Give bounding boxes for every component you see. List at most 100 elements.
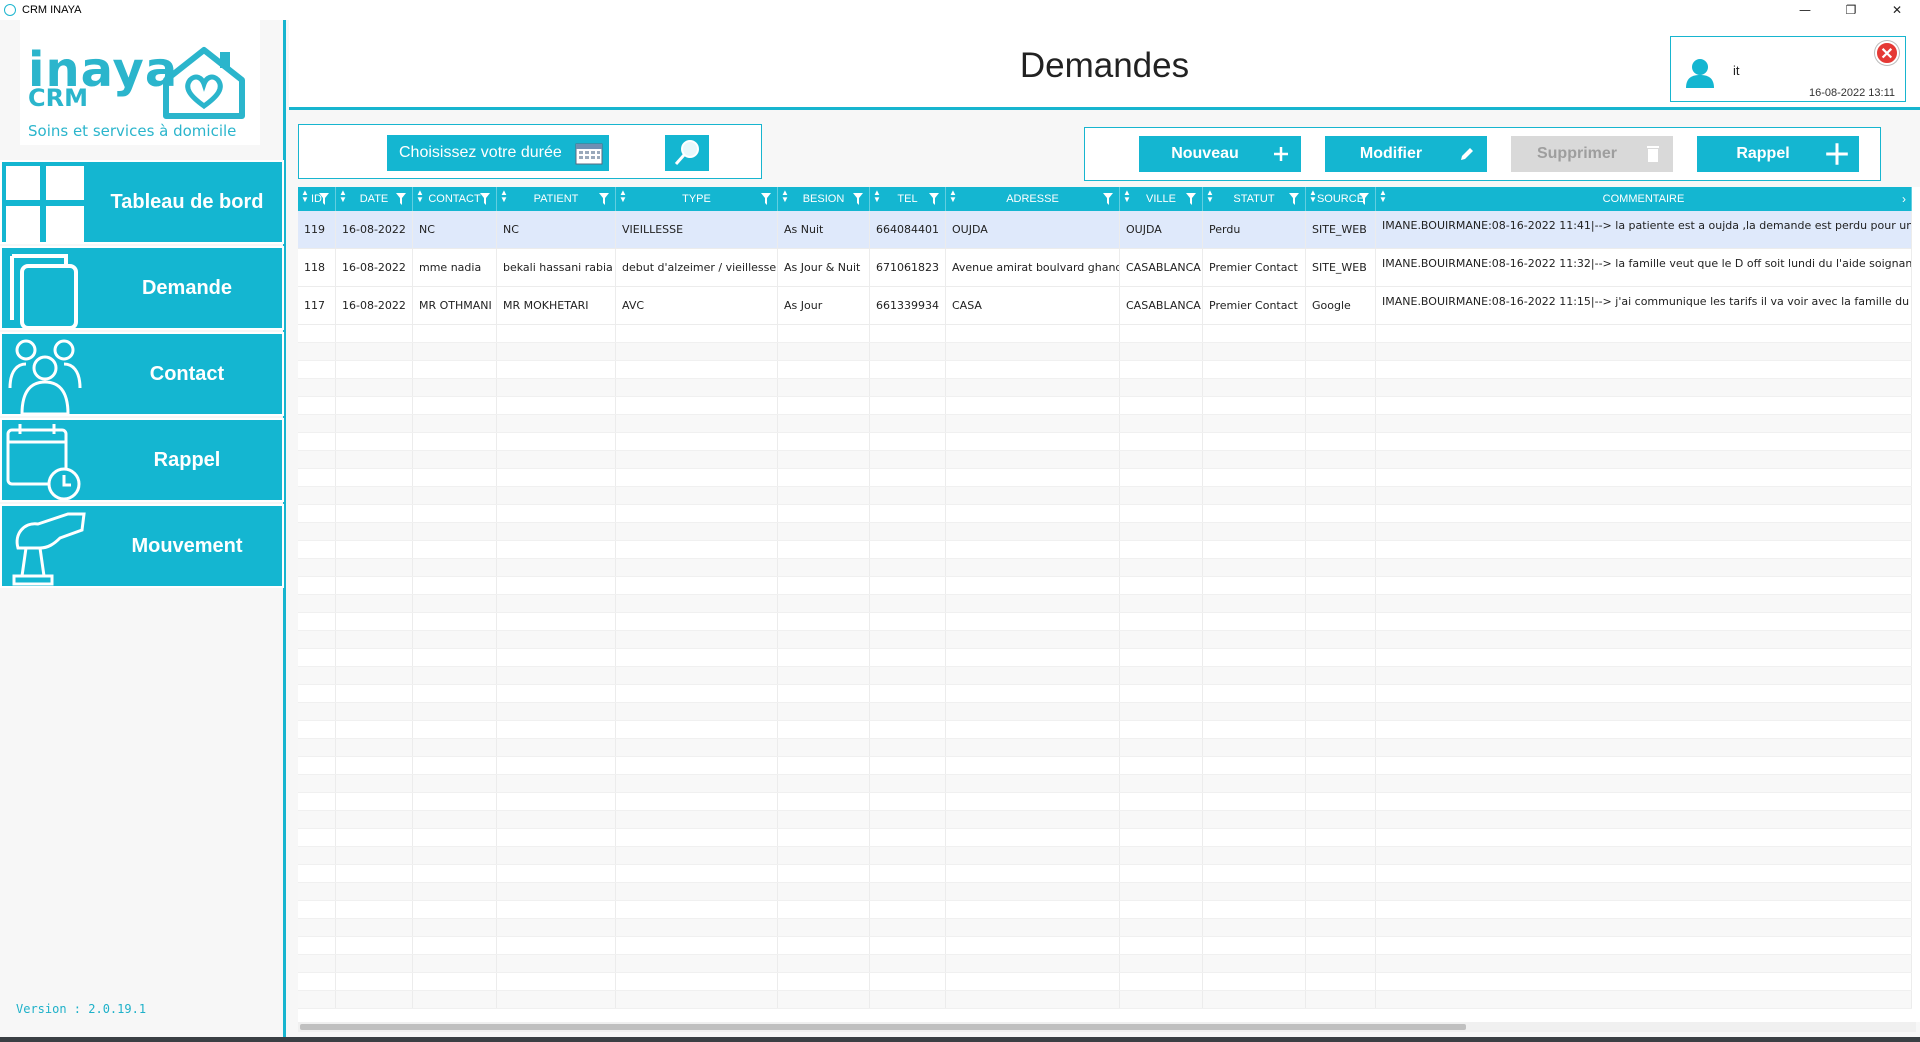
empty-cell xyxy=(1306,865,1376,882)
column-header[interactable]: ▲ ▼ ID xyxy=(298,187,336,211)
column-header[interactable]: ▲ ▼ VILLE xyxy=(1120,187,1203,211)
filter-funnel-icon[interactable] xyxy=(1103,193,1113,205)
sort-arrows-icon[interactable]: ▲ ▼ xyxy=(781,189,789,204)
sort-arrows-icon[interactable]: ▲ ▼ xyxy=(619,189,627,204)
empty-cell xyxy=(778,379,870,396)
empty-cell xyxy=(870,757,946,774)
table-row[interactable]: 119 16-08-2022 NC NC VIEILLESSE As Nuit 664084… xyxy=(298,211,1912,249)
sort-arrows-icon[interactable]: ▲ ▼ xyxy=(1123,189,1131,204)
column-header-label: SOURCE xyxy=(1316,193,1365,205)
filter-funnel-icon[interactable] xyxy=(929,193,939,205)
empty-cell xyxy=(870,901,946,918)
table-cell: IMANE.BOUIRMANE:08-16-2022 11:15|--> j'a… xyxy=(1376,287,1912,324)
column-header[interactable]: ▲ ▼ DATE xyxy=(336,187,413,211)
empty-cell xyxy=(1120,775,1203,792)
sort-arrows-icon[interactable]: ▲ ▼ xyxy=(339,189,347,204)
empty-cell xyxy=(870,433,946,450)
edit-button[interactable]: Modifier xyxy=(1325,136,1487,172)
table-cell: As Jour & Nuit xyxy=(778,249,870,286)
delete-button[interactable]: Supprimer xyxy=(1511,136,1673,172)
sort-arrows-icon[interactable]: ▲ ▼ xyxy=(949,189,957,204)
table-row[interactable]: 117 16-08-2022 MR OTHMANI MR MOKHETARI AVC As… xyxy=(298,287,1912,325)
column-header[interactable]: ▲ ▼ TEL xyxy=(870,187,946,211)
column-header[interactable]: ▲ ▼ COMMENTAIRE xyxy=(1376,187,1912,211)
empty-cell xyxy=(616,937,778,954)
empty-cell xyxy=(298,541,336,558)
empty-cell xyxy=(298,955,336,972)
sidebar-item-demande[interactable]: Demande xyxy=(0,246,284,330)
empty-cell xyxy=(946,433,1120,450)
restore-button[interactable]: ❐ xyxy=(1828,0,1874,20)
demandes-table: ▲ ▼ ID ▲ ▼ DATE ▲ ▼ CONTACT ▲ ▼ PATIENT ▲ ▼ TYPE ▲… xyxy=(298,187,1920,1022)
empty-cell xyxy=(413,541,497,558)
filter-funnel-icon[interactable] xyxy=(599,193,609,205)
sort-arrows-icon[interactable]: ▲ ▼ xyxy=(873,189,881,204)
empty-cell xyxy=(497,559,616,576)
column-header[interactable]: ▲ ▼ TYPE xyxy=(616,187,778,211)
sidebar-item-tableau-de-bord[interactable]: Tableau de bord xyxy=(0,160,284,244)
minimize-button[interactable]: — xyxy=(1782,0,1828,20)
scrollbar-thumb[interactable] xyxy=(300,1024,1466,1030)
table-cell: AVC xyxy=(616,287,778,324)
filter-funnel-icon[interactable] xyxy=(1359,193,1369,205)
empty-cell xyxy=(1120,379,1203,396)
window-bottom-edge xyxy=(0,1037,1920,1042)
empty-table-row xyxy=(298,991,1912,1009)
filter-funnel-icon[interactable] xyxy=(1289,193,1299,205)
empty-cell xyxy=(1203,487,1306,504)
empty-table-row xyxy=(298,937,1912,955)
sort-arrows-icon[interactable]: ▲ ▼ xyxy=(1206,189,1214,204)
search-button[interactable] xyxy=(665,135,709,171)
empty-cell xyxy=(336,865,413,882)
filter-funnel-icon[interactable] xyxy=(319,193,329,205)
sidebar-item-mouvement[interactable]: Mouvement xyxy=(0,504,284,588)
empty-cell xyxy=(1376,829,1912,846)
filter-funnel-icon[interactable] xyxy=(853,193,863,205)
empty-table-row xyxy=(298,505,1912,523)
sort-arrows-icon[interactable]: ▲ ▼ xyxy=(1309,189,1317,204)
column-header[interactable]: ▲ ▼ BESION xyxy=(778,187,870,211)
empty-cell xyxy=(946,505,1120,522)
empty-cell xyxy=(497,433,616,450)
close-window-button[interactable]: ✕ xyxy=(1874,0,1920,20)
empty-cell xyxy=(497,667,616,684)
empty-cell xyxy=(1376,793,1912,810)
sort-arrows-icon[interactable]: ▲ ▼ xyxy=(416,189,424,204)
column-header[interactable]: ▲ ▼ STATUT xyxy=(1203,187,1306,211)
empty-cell xyxy=(413,757,497,774)
sidebar-item-contact[interactable]: Contact xyxy=(0,332,284,416)
sort-arrows-icon[interactable]: ▲ ▼ xyxy=(301,189,309,204)
table-row[interactable]: 118 16-08-2022 mme nadia bekali hassani rab… xyxy=(298,249,1912,287)
filter-funnel-icon[interactable] xyxy=(1186,193,1196,205)
empty-cell xyxy=(1120,343,1203,360)
empty-cell xyxy=(778,919,870,936)
scroll-right-icon[interactable]: › xyxy=(1898,187,1910,211)
choose-duration-button[interactable]: Choisissez votre durée xyxy=(387,135,609,171)
chess-piece-icon xyxy=(12,512,86,586)
filter-funnel-icon[interactable] xyxy=(480,193,490,205)
logout-close-icon[interactable]: ✕ xyxy=(1875,41,1899,65)
column-header[interactable]: ▲ ▼ SOURCE xyxy=(1306,187,1376,211)
sort-arrows-icon[interactable]: ▲ ▼ xyxy=(500,189,508,204)
empty-cell xyxy=(1203,811,1306,828)
empty-cell xyxy=(870,955,946,972)
column-header[interactable]: ▲ ▼ CONTACT xyxy=(413,187,497,211)
empty-cell xyxy=(497,505,616,522)
horizontal-scrollbar[interactable] xyxy=(298,1022,1916,1032)
new-button[interactable]: Nouveau xyxy=(1139,136,1301,172)
empty-cell xyxy=(336,433,413,450)
column-header[interactable]: ▲ ▼ PATIENT xyxy=(497,187,616,211)
empty-cell xyxy=(336,649,413,666)
empty-table-row xyxy=(298,343,1912,361)
empty-cell xyxy=(778,937,870,954)
column-header[interactable]: ▲ ▼ ADRESSE xyxy=(946,187,1120,211)
filter-funnel-icon[interactable] xyxy=(761,193,771,205)
empty-cell xyxy=(497,523,616,540)
empty-cell xyxy=(946,883,1120,900)
empty-cell xyxy=(870,991,946,1008)
sidebar-item-rappel[interactable]: Rappel xyxy=(0,418,284,502)
reminder-button[interactable]: Rappel xyxy=(1697,136,1859,172)
sort-arrows-icon[interactable]: ▲ ▼ xyxy=(1379,189,1387,204)
filter-funnel-icon[interactable] xyxy=(396,193,406,205)
empty-cell xyxy=(336,559,413,576)
